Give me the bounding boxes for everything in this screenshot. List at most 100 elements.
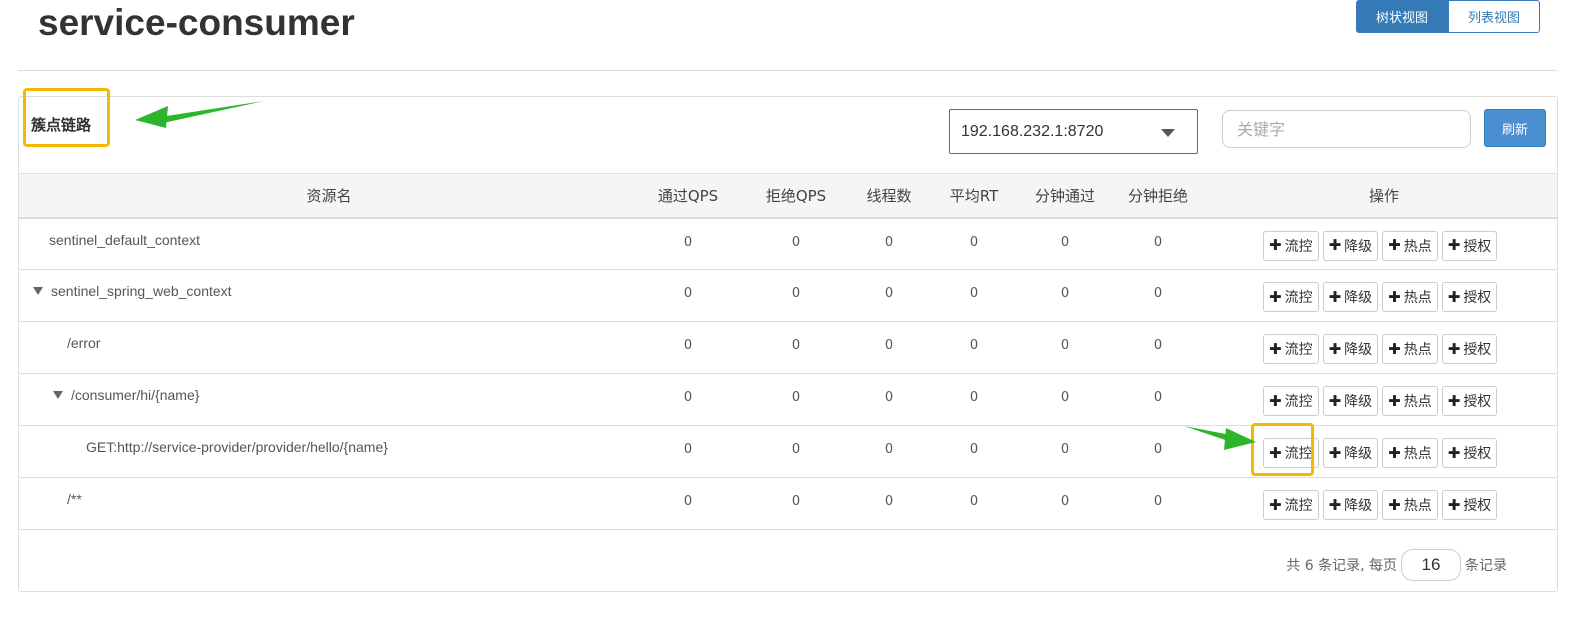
refresh-button[interactable]: 刷新 (1484, 109, 1546, 147)
resource-name: sentinel_spring_web_context (51, 283, 232, 299)
table-row: sentinel_default_context 0 0 0 0 0 0 ✚ 流控 ✚ 降级 ✚ 热点 ✚… (19, 217, 1557, 270)
hot-button[interactable]: ✚ 热点 (1382, 334, 1438, 364)
pagination-prefix: 共 6 条记录, 每页 (1286, 558, 1397, 574)
table-header-row: 资源名 通过QPS 拒绝QPS 线程数 平均RT 分钟通过 分钟拒绝 操作 (19, 173, 1557, 219)
hot-button[interactable]: ✚ 热点 (1382, 230, 1438, 261)
op-label: 流控 (1284, 394, 1313, 410)
op-label: 流控 (1284, 290, 1313, 306)
auth-button[interactable]: ✚ 授权 (1441, 386, 1498, 416)
plus-icon: ✚ (1328, 391, 1342, 410)
tree-view-button[interactable]: 树状视图 (1356, 0, 1448, 33)
auth-button[interactable]: ✚ 授权 (1441, 438, 1498, 468)
auth-button[interactable]: ✚ 授权 (1441, 230, 1498, 261)
op-label: 流控 (1284, 238, 1313, 255)
plus-icon: ✚ (1388, 443, 1401, 462)
plus-icon: ✚ (1269, 391, 1282, 410)
metric-cell: 0 (639, 425, 737, 478)
panel-title: 簇点链路 (31, 116, 92, 134)
ops-group: ✚ 流控 ✚ 降级 ✚ 热点 ✚ 授权 (1211, 230, 1557, 261)
table-row: /** 0 0 0 0 0 0 ✚ 流控 ✚ 降级 ✚ 热点 ✚ 授权 (19, 477, 1557, 530)
table-row: /error 0 0 0 0 0 0 ✚ 流控 ✚ 降级 ✚ 热点 ✚ 授权 (19, 321, 1557, 374)
ops-group: ✚ 流控 ✚ 降级 ✚ 热点 ✚ 授权 (1211, 334, 1557, 364)
header-divider (18, 70, 1557, 71)
op-label: 降级 (1344, 290, 1373, 306)
metric-cell: 0 (1105, 217, 1211, 270)
caret-down-icon (1161, 129, 1175, 137)
op-label: 授权 (1463, 394, 1492, 410)
flow-button[interactable]: ✚ 流控 (1263, 230, 1319, 261)
op-label: 降级 (1344, 498, 1373, 514)
degrade-button[interactable]: ✚ 降级 (1322, 438, 1379, 468)
column-header: 资源名 (19, 173, 639, 219)
resource-name: GET:http://service-provider/provider/hel… (86, 439, 388, 455)
hot-button[interactable]: ✚ 热点 (1382, 386, 1438, 416)
metric-cell: 0 (923, 269, 1025, 322)
degrade-button[interactable]: ✚ 降级 (1322, 334, 1379, 364)
metric-cell: 0 (923, 321, 1025, 374)
degrade-button[interactable]: ✚ 降级 (1322, 386, 1379, 416)
tree-toggle-icon[interactable] (33, 287, 43, 296)
hot-button[interactable]: ✚ 热点 (1382, 490, 1438, 520)
auth-button[interactable]: ✚ 授权 (1441, 334, 1498, 364)
metric-cell: 0 (1105, 269, 1211, 322)
hot-button[interactable]: ✚ 热点 (1382, 282, 1438, 312)
metric-cell: 0 (923, 217, 1025, 270)
metric-cell: 0 (1105, 425, 1211, 478)
flow-button[interactable]: ✚ 流控 (1263, 490, 1319, 520)
metric-cell: 0 (1025, 425, 1105, 478)
flow-button[interactable]: ✚ 流控 (1263, 438, 1319, 468)
op-label: 热点 (1403, 446, 1432, 462)
plus-icon: ✚ (1328, 339, 1342, 358)
table-row: GET:http://service-provider/provider/hel… (19, 425, 1557, 478)
metric-cell: 0 (737, 477, 855, 530)
metric-cell: 0 (855, 321, 923, 374)
machine-select[interactable]: 192.168.232.1:8720 (949, 109, 1198, 154)
resource-name: sentinel_default_context (49, 231, 200, 248)
plus-icon: ✚ (1328, 495, 1342, 514)
op-label: 热点 (1403, 290, 1432, 306)
plus-icon: ✚ (1328, 236, 1342, 254)
metric-cell: 0 (1105, 373, 1211, 426)
ops-group: ✚ 流控 ✚ 降级 ✚ 热点 ✚ 授权 (1211, 386, 1557, 416)
list-view-button[interactable]: 列表视图 (1448, 0, 1540, 33)
plus-icon: ✚ (1269, 495, 1282, 514)
op-label: 降级 (1344, 238, 1373, 255)
resource-name: /** (67, 491, 82, 507)
ops-cell: ✚ 流控 ✚ 降级 ✚ 热点 ✚ 授权 (1211, 217, 1557, 270)
op-label: 授权 (1463, 290, 1492, 306)
resource-name: /consumer/hi/{name} (71, 387, 200, 403)
metric-cell: 0 (855, 269, 923, 322)
metric-cell: 0 (737, 269, 855, 322)
op-label: 热点 (1403, 394, 1432, 410)
metric-cell: 0 (737, 373, 855, 426)
plus-icon: ✚ (1447, 391, 1461, 410)
page-size-input[interactable] (1401, 549, 1461, 581)
auth-button[interactable]: ✚ 授权 (1441, 490, 1498, 520)
keyword-input[interactable] (1222, 110, 1471, 148)
tree-toggle-icon[interactable] (53, 391, 63, 400)
auth-button[interactable]: ✚ 授权 (1441, 282, 1498, 312)
metric-cell: 0 (639, 477, 737, 530)
metric-cell: 0 (639, 373, 737, 426)
metric-cell: 0 (737, 425, 855, 478)
degrade-button[interactable]: ✚ 降级 (1322, 230, 1379, 261)
flow-button[interactable]: ✚ 流控 (1263, 386, 1319, 416)
plus-icon: ✚ (1447, 236, 1461, 254)
column-header: 操作 (1211, 173, 1557, 219)
metric-cell: 0 (737, 217, 855, 270)
ops-group: ✚ 流控 ✚ 降级 ✚ 热点 ✚ 授权 (1211, 490, 1557, 520)
metric-cell: 0 (639, 321, 737, 374)
ops-cell: ✚ 流控 ✚ 降级 ✚ 热点 ✚ 授权 (1211, 373, 1557, 426)
plus-icon: ✚ (1269, 287, 1282, 306)
hot-button[interactable]: ✚ 热点 (1382, 438, 1438, 468)
column-header: 分钟拒绝 (1105, 173, 1211, 219)
view-toggle: 树状视图 列表视图 (1356, 0, 1540, 33)
metric-cell: 0 (1025, 321, 1105, 374)
flow-button[interactable]: ✚ 流控 (1263, 282, 1319, 312)
flow-button[interactable]: ✚ 流控 (1263, 334, 1319, 364)
plus-icon: ✚ (1447, 495, 1461, 514)
degrade-button[interactable]: ✚ 降级 (1322, 282, 1379, 312)
plus-icon: ✚ (1388, 391, 1401, 410)
metric-cell: 0 (639, 269, 737, 322)
degrade-button[interactable]: ✚ 降级 (1322, 490, 1379, 520)
